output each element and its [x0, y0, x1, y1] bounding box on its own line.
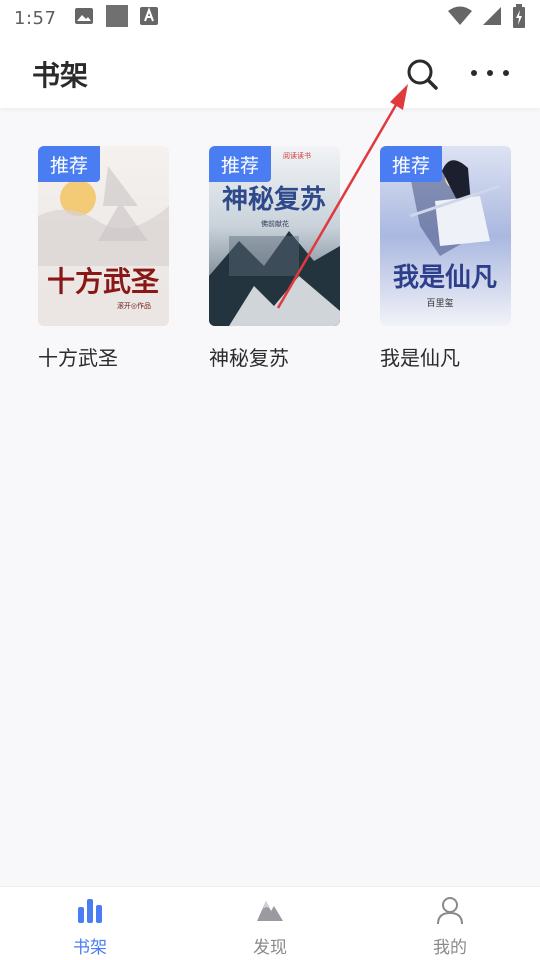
- nav-item-discover[interactable]: 发现: [180, 887, 360, 960]
- app-bar: 书架: [0, 36, 540, 108]
- nav-label: 我的: [433, 938, 467, 958]
- nav-item-profile[interactable]: 我的: [360, 887, 540, 960]
- cover-author-text: 佛前献花: [261, 219, 289, 228]
- nav-item-bookshelf[interactable]: 书架: [0, 887, 180, 960]
- cover-title-text: 我是仙凡: [393, 263, 497, 293]
- status-system-icons: [448, 4, 526, 32]
- status-bar: 1:57: [0, 0, 540, 36]
- user-icon: [437, 897, 463, 925]
- cover-author-text: 滚开◎作品: [117, 301, 151, 310]
- text-a-icon: [140, 7, 159, 29]
- page-title: 书架: [32, 59, 89, 92]
- image-icon: [74, 6, 94, 30]
- battery-charging-icon: [512, 4, 526, 32]
- more-horizontal-icon: [471, 70, 509, 76]
- nav-label: 书架: [73, 938, 107, 958]
- nav-label: 发现: [253, 938, 287, 958]
- wifi-icon: [448, 6, 472, 30]
- recommend-badge: 推荐: [209, 146, 271, 182]
- book-title[interactable]: 十方武圣: [38, 342, 169, 371]
- recommend-badge: 推荐: [38, 146, 100, 182]
- search-icon: [407, 59, 438, 90]
- book-title[interactable]: 我是仙凡: [380, 342, 511, 371]
- cover-title-text: 神秘复苏: [222, 184, 326, 215]
- mountain-icon: [257, 901, 283, 921]
- more-button[interactable]: [468, 58, 512, 88]
- book-item[interactable]: 阅读读书 神秘复苏 佛前献花 推荐 神秘复苏: [209, 146, 340, 371]
- book-title[interactable]: 神秘复苏: [209, 342, 340, 371]
- status-time: 1:57: [14, 7, 57, 29]
- bottom-nav: 书架 发现 我的: [0, 886, 540, 960]
- recommend-badge: 推荐: [380, 146, 442, 182]
- cover-author-text: 百里玺: [426, 297, 453, 309]
- book-cover[interactable]: 我是仙凡 百里玺 推荐: [380, 146, 511, 326]
- book-cover[interactable]: 阅读读书 神秘复苏 佛前献花 推荐: [209, 146, 340, 326]
- annotation-arrow: [276, 84, 408, 309]
- square-icon: [106, 5, 129, 31]
- cover-title-text: 十方武圣: [47, 265, 160, 298]
- book-cover[interactable]: 十方武圣 滚开◎作品 推荐: [38, 146, 169, 326]
- search-button[interactable]: [404, 56, 440, 92]
- book-item[interactable]: 我是仙凡 百里玺 推荐 我是仙凡: [380, 146, 511, 371]
- signal-icon: [482, 6, 502, 30]
- cover-publisher-text: 阅读读书: [283, 151, 311, 160]
- book-item[interactable]: 十方武圣 滚开◎作品 推荐 十方武圣: [38, 146, 169, 371]
- status-notification-icons: [74, 5, 159, 31]
- bookshelf-icon: [78, 899, 102, 923]
